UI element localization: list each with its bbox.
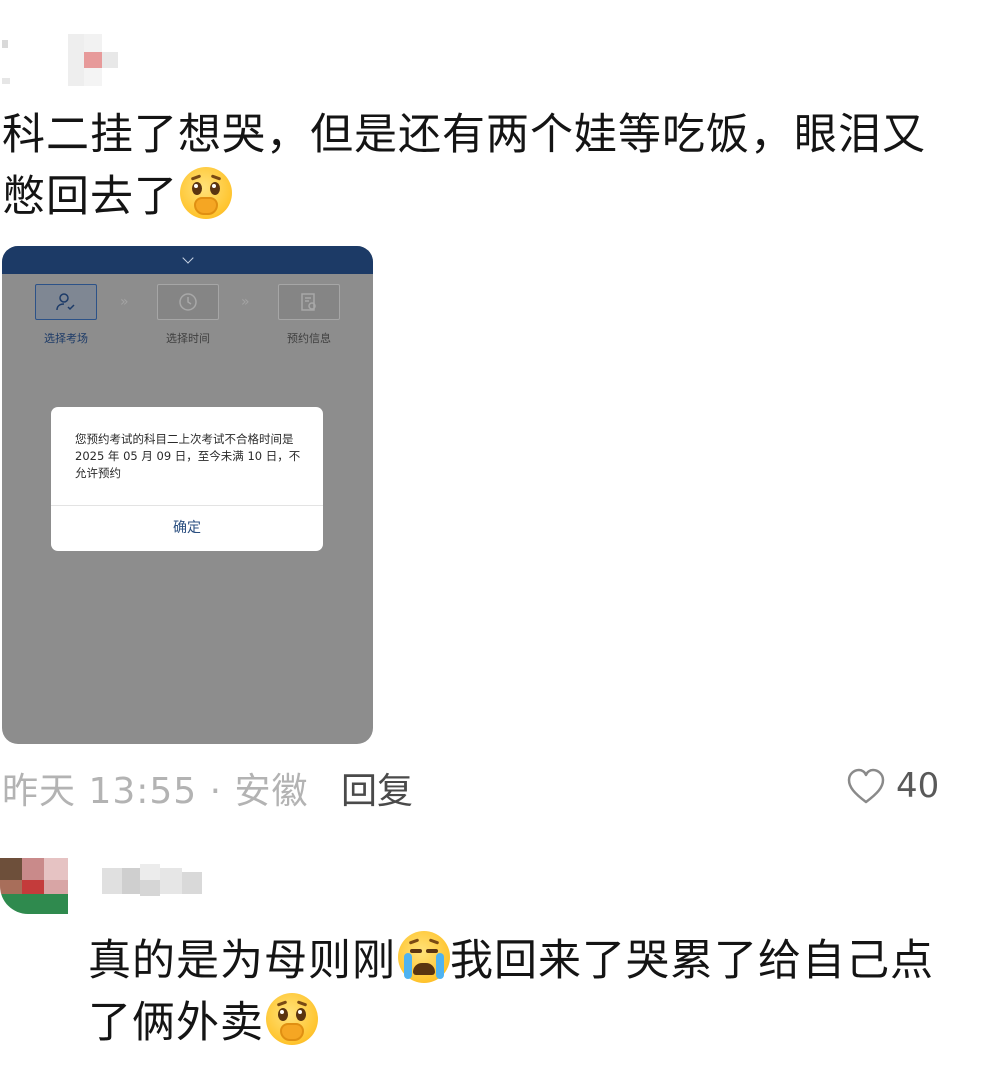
commenter-avatar[interactable] (0, 30, 20, 88)
alert-dialog: 您预约考试的科目二上次考试不合格时间是 2025 年 05 月 09 日，至今未… (51, 407, 323, 551)
heart-icon[interactable] (846, 767, 886, 807)
clock-icon (179, 293, 197, 311)
dialog-confirm-button[interactable]: 确定 (51, 506, 323, 551)
step-time-icon-box (157, 284, 219, 320)
loudly-crying-emoji-icon (398, 931, 450, 983)
step-label-info: 预约信息 (287, 332, 331, 345)
reply-body-part1: 真的是为母则刚 (88, 936, 396, 986)
comment-timestamp: 昨天 13:55 · 安徽 (2, 771, 309, 812)
user-check-icon (56, 293, 75, 311)
step-label-time: 选择时间 (166, 332, 210, 345)
screenshot-header (2, 246, 373, 274)
chevron-down-icon (181, 252, 194, 264)
holding-back-tears-emoji-icon (180, 167, 232, 219)
dialog-message: 您预约考试的科目二上次考试不合格时间是 2025 年 05 月 09 日，至今未… (75, 432, 301, 480)
attached-screenshot[interactable]: » » 选择考场 选择时间 预约信息 您预约考试的科目二上次考试不合格时间是 2… (2, 246, 373, 744)
reply-avatar[interactable] (0, 858, 68, 914)
document-search-icon (301, 293, 316, 311)
holding-back-tears-emoji-icon (266, 993, 318, 1045)
reply-text: 真的是为母则刚 我回来了哭累了给自己点了俩外卖 (88, 930, 968, 1054)
step-arrow-icon: » (241, 294, 249, 310)
comment-body: 科二挂了想哭，但是还有两个娃等吃饭，眼泪又憋回去了 (2, 110, 926, 222)
comment-text: 科二挂了想哭，但是还有两个娃等吃饭，眼泪又憋回去了 (2, 104, 962, 228)
step-venue-icon-box (35, 284, 97, 320)
booking-steps: » » 选择考场 选择时间 预约信息 (2, 274, 373, 364)
reply-username-pixelated[interactable] (102, 864, 202, 898)
step-arrow-icon: » (120, 294, 128, 310)
reply-button[interactable]: 回复 (341, 762, 413, 814)
like-count: 40 (896, 766, 940, 806)
commenter-name-pixelated[interactable] (68, 34, 120, 86)
step-label-venue: 选择考场 (44, 332, 88, 345)
step-info-icon-box (278, 284, 340, 320)
